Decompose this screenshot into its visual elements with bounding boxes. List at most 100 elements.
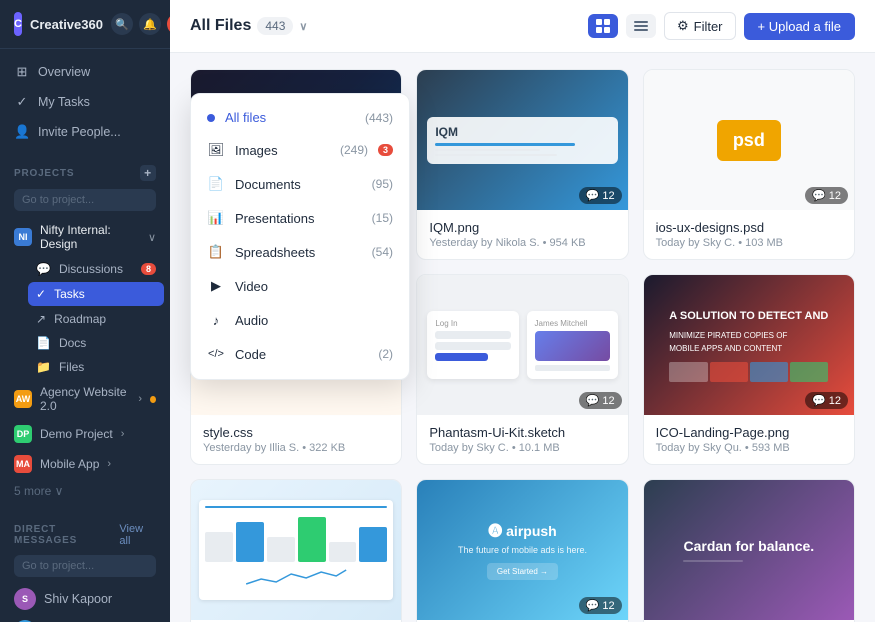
- filter-presentations-label: Presentations: [235, 211, 362, 226]
- filter-spreadsheets[interactable]: 📋 Spreadsheets (54): [191, 235, 409, 269]
- filter-documents-label: Documents: [235, 177, 362, 192]
- page-title: All Files 443 ∨: [190, 17, 307, 35]
- filter-presentations-count: (15): [372, 211, 393, 225]
- nav-my-tasks[interactable]: ✓ My Tasks: [0, 87, 170, 117]
- subnav-tasks[interactable]: ✓ Tasks: [28, 282, 164, 306]
- grid-icon: [596, 19, 610, 33]
- grid-view-button[interactable]: [588, 14, 618, 38]
- sidebar-header-icons: 🔍 🔔 NI: [111, 13, 170, 35]
- nifty-badge: NI: [14, 228, 32, 246]
- file-card-ads-onboarding[interactable]: 🅐 airpush The future of mobile ads is he…: [416, 479, 628, 622]
- list-icon: [634, 19, 648, 33]
- ico-comment-count: 12: [829, 395, 841, 407]
- project-nifty[interactable]: NI Nifty Internal: Design ∨: [0, 217, 170, 257]
- add-project-button[interactable]: +: [140, 165, 156, 181]
- dm-sky[interactable]: S Sky Calibey 11: [0, 615, 170, 622]
- agency-chevron: ›: [138, 393, 142, 405]
- subnav-docs-label: Docs: [59, 336, 86, 350]
- ios-comments: 💬12: [805, 187, 848, 204]
- filter-code[interactable]: </> Code (2): [191, 337, 409, 371]
- filter-audio-label: Audio: [235, 313, 393, 328]
- css-meta: Yesterday by Illia S. • 322 KB: [203, 442, 389, 454]
- title-dropdown-chevron[interactable]: ∨: [299, 20, 307, 33]
- filter-all-files[interactable]: All files (443): [191, 102, 409, 133]
- file-card-ios-ux[interactable]: psd 💬12 ios-ux-designs.psd Today by Sky …: [643, 69, 855, 260]
- iqm-comment-count: 12: [602, 190, 614, 202]
- search-icon[interactable]: 🔍: [111, 13, 133, 35]
- ico-comments: 💬12: [805, 392, 848, 409]
- agency-notification-dot: [150, 396, 156, 403]
- ads-dashboard-thumbnail: [191, 480, 401, 620]
- subnav-files[interactable]: 📁 Files: [28, 355, 170, 379]
- filter-video[interactable]: ▶ Video: [191, 269, 409, 303]
- sidebar-header: C Creative360 🔍 🔔 NI: [0, 0, 170, 49]
- subnav-roadmap-label: Roadmap: [54, 312, 106, 326]
- project-mobile-label: Mobile App: [40, 457, 99, 471]
- dm-shiv[interactable]: S Shiv Kapoor: [0, 583, 170, 615]
- main-content: All Files 443 ∨ ⚙ Filter + Upload a file: [170, 0, 875, 622]
- filter-spreadsheets-label: Spreadsheets: [235, 245, 362, 260]
- ico-thumbnail: A SOLUTION TO DETECT AND MINIMIZE PIRATE…: [644, 275, 854, 415]
- filter-button[interactable]: ⚙ Filter: [664, 12, 736, 40]
- nifty-chevron: ∨: [148, 231, 156, 244]
- subnav-roadmap[interactable]: ↗ Roadmap: [28, 307, 170, 331]
- upload-file-button[interactable]: + Upload a file: [744, 13, 855, 40]
- iqm-comments: 💬12: [579, 187, 622, 204]
- project-agency[interactable]: AW Agency Website 2.0 ›: [0, 379, 170, 419]
- tasks-icon: ✓: [14, 94, 30, 110]
- view-all-dm-link[interactable]: View all: [119, 523, 156, 547]
- filter-audio[interactable]: ♪ Audio: [191, 303, 409, 337]
- dm-section-header: DIRECT MESSAGES View all: [0, 515, 170, 551]
- css-info: style.css Yesterday by Illia S. • 322 KB: [191, 415, 401, 464]
- page-title-text: All Files: [190, 17, 251, 35]
- files-icon: 📁: [36, 360, 51, 374]
- cardan-thumbnail: Cardan for balance.: [644, 480, 854, 620]
- active-indicator: [207, 114, 215, 122]
- search-project-input[interactable]: [14, 189, 156, 211]
- project-mobile[interactable]: MA Mobile App ›: [0, 449, 170, 479]
- project-demo[interactable]: DP Demo Project ›: [0, 419, 170, 449]
- css-name: style.css: [203, 425, 389, 440]
- filter-code-label: Code: [235, 347, 368, 362]
- project-nifty-label: Nifty Internal: Design: [40, 223, 140, 251]
- filter-video-label: Video: [235, 279, 393, 294]
- app-name: Creative360: [30, 17, 103, 32]
- images-notif-badge: 3: [378, 144, 393, 156]
- demo-chevron: ›: [121, 428, 125, 440]
- projects-section-label: PROJECTS +: [0, 155, 170, 185]
- subnav-docs[interactable]: 📄 Docs: [28, 331, 170, 355]
- images-icon: 🖼: [207, 141, 225, 159]
- iqm-thumbnail: IQM 💬12: [417, 70, 627, 210]
- agency-badge: AW: [14, 390, 32, 408]
- filter-code-count: (2): [378, 347, 393, 361]
- mobile-chevron: ›: [107, 458, 111, 470]
- ios-comment-count: 12: [829, 190, 841, 202]
- more-projects-link[interactable]: 5 more ∨: [0, 479, 170, 503]
- file-card-phantasm[interactable]: Log In James Mitchell 💬12: [416, 274, 628, 465]
- audio-icon: ♪: [207, 311, 225, 329]
- search-dm-input[interactable]: [14, 555, 156, 577]
- subnav-discussions[interactable]: 💬 Discussions 8: [28, 257, 170, 281]
- filter-images-label: Images: [235, 143, 330, 158]
- filter-label: Filter: [694, 19, 723, 34]
- nav-invite-label: Invite People...: [38, 125, 121, 139]
- documents-icon: 📄: [207, 175, 225, 193]
- phantasm-thumbnail: Log In James Mitchell 💬12: [417, 275, 627, 415]
- file-card-iqm[interactable]: IQM 💬12 IQM.png Yesterday by Nikola S. •…: [416, 69, 628, 260]
- notifications-icon[interactable]: 🔔: [139, 13, 161, 35]
- nav-invite[interactable]: 👤 Invite People...: [0, 117, 170, 147]
- filter-icon: ⚙: [677, 18, 689, 34]
- file-card-ads-dashboard[interactable]: ads-dashboard-analytics.jpg Yesterday by…: [190, 479, 402, 622]
- dm-label: DIRECT MESSAGES: [14, 524, 119, 546]
- onboarding-comment-count: 12: [602, 600, 614, 612]
- filter-images[interactable]: 🖼 Images (249) 3: [191, 133, 409, 167]
- list-view-button[interactable]: [626, 14, 656, 38]
- file-card-ico[interactable]: A SOLUTION TO DETECT AND MINIMIZE PIRATE…: [643, 274, 855, 465]
- file-card-cardan[interactable]: Cardan for balance. Cardan-for-balance. …: [643, 479, 855, 622]
- filter-documents[interactable]: 📄 Documents (95): [191, 167, 409, 201]
- filter-presentations[interactable]: 📊 Presentations (15): [191, 201, 409, 235]
- onboarding-comments: 💬12: [579, 597, 622, 614]
- video-icon: ▶: [207, 277, 225, 295]
- nav-my-tasks-label: My Tasks: [38, 95, 90, 109]
- nav-overview[interactable]: ⊞ Overview: [0, 57, 170, 87]
